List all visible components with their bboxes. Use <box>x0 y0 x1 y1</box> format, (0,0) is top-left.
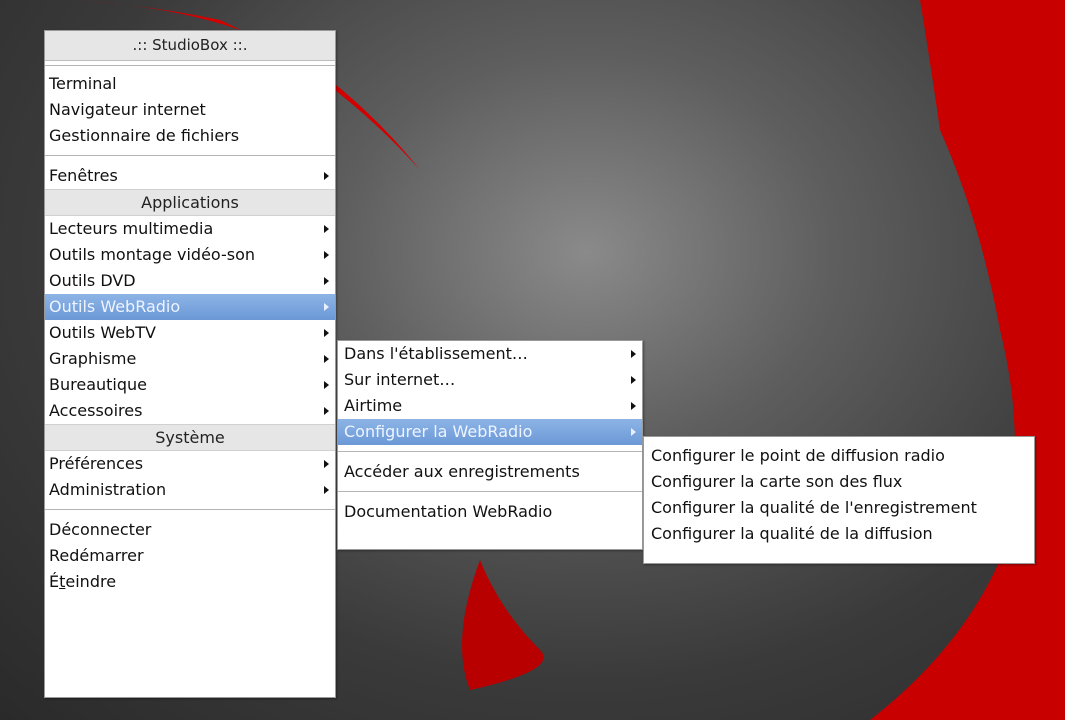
separator <box>45 503 335 517</box>
main-menu: .:: StudioBox ::. Terminal Navigateur in… <box>44 30 336 698</box>
menu-item-label: Lecteurs multimedia <box>49 219 214 238</box>
menu-item-webtv-tools[interactable]: Outils WebTV <box>45 320 335 346</box>
menu-item-label: Configurer la WebRadio <box>344 422 533 441</box>
menu-item-label: Préférences <box>49 454 144 473</box>
section-header-system: Système <box>45 424 335 451</box>
menu-item-windows[interactable]: Fenêtres <box>45 163 335 189</box>
submenu-item-access-recordings[interactable]: Accéder aux enregistrements <box>338 459 642 485</box>
menu-item-label: Airtime <box>344 396 403 415</box>
submenu-arrow-icon <box>631 402 636 410</box>
shutdown-label-rest: eindre <box>65 572 117 591</box>
submenu-arrow-icon <box>631 376 636 384</box>
submenu-arrow-icon <box>324 407 329 415</box>
section-header-applications: Applications <box>45 189 335 216</box>
submenu-arrow-icon <box>324 172 329 180</box>
submenu-arrow-icon <box>631 428 636 436</box>
menu-item-multimedia-players[interactable]: Lecteurs multimedia <box>45 216 335 242</box>
menu-item-label: Administration <box>49 480 167 499</box>
main-menu-title: .:: StudioBox ::. <box>45 31 335 61</box>
menu-item-file-manager[interactable]: Gestionnaire de fichiers <box>45 123 335 149</box>
menu-item-label: Dans l'établissement… <box>344 344 528 363</box>
menu-item-terminal[interactable]: Terminal <box>45 71 335 97</box>
submenu-arrow-icon <box>324 355 329 363</box>
menu-item-logout[interactable]: Déconnecter <box>45 517 335 543</box>
submenu-item-configure-webradio[interactable]: Configurer la WebRadio <box>338 419 642 445</box>
menu-item-label: Outils WebRadio <box>49 297 181 316</box>
menu-item-webradio-tools[interactable]: Outils WebRadio <box>45 294 335 320</box>
submenu-arrow-icon <box>324 486 329 494</box>
menu-item-administration[interactable]: Administration <box>45 477 335 503</box>
menu-item-dvd-tools[interactable]: Outils DVD <box>45 268 335 294</box>
separator <box>338 445 642 459</box>
menu-item-reboot[interactable]: Redémarrer <box>45 543 335 569</box>
menu-item-label: Outils montage vidéo-son <box>49 245 256 264</box>
separator <box>45 149 335 163</box>
config-item-broadcast-quality[interactable]: Configurer la qualité de la diffusion <box>644 521 1034 547</box>
config-item-broadcast-point[interactable]: Configurer le point de diffusion radio <box>644 443 1034 469</box>
config-item-recording-quality[interactable]: Configurer la qualité de l'enregistremen… <box>644 495 1034 521</box>
config-item-stream-soundcard[interactable]: Configurer la carte son des flux <box>644 469 1034 495</box>
submenu-arrow-icon <box>324 381 329 389</box>
menu-item-shutdown[interactable]: Éteindre <box>45 569 335 595</box>
configure-webradio-submenu: Configurer le point de diffusion radio C… <box>643 436 1035 564</box>
submenu-arrow-icon <box>324 303 329 311</box>
menu-item-label: Fenêtres <box>49 166 118 185</box>
menu-item-label: Graphisme <box>49 349 137 368</box>
separator <box>45 61 335 71</box>
menu-item-browser[interactable]: Navigateur internet <box>45 97 335 123</box>
menu-item-video-audio-editing[interactable]: Outils montage vidéo-son <box>45 242 335 268</box>
submenu-arrow-icon <box>324 460 329 468</box>
separator <box>338 485 642 499</box>
submenu-arrow-icon <box>324 329 329 337</box>
menu-item-label: Accessoires <box>49 401 143 420</box>
webradio-submenu: Dans l'établissement… Sur internet… Airt… <box>337 340 643 550</box>
menu-item-accessories[interactable]: Accessoires <box>45 398 335 424</box>
menu-item-label: Bureautique <box>49 375 147 394</box>
submenu-item-webradio-docs[interactable]: Documentation WebRadio <box>338 499 642 525</box>
shutdown-label-start: É <box>49 572 60 591</box>
menu-item-label: Outils WebTV <box>49 323 156 342</box>
menu-item-graphics[interactable]: Graphisme <box>45 346 335 372</box>
submenu-arrow-icon <box>631 350 636 358</box>
menu-item-label: Sur internet… <box>344 370 456 389</box>
submenu-arrow-icon <box>324 251 329 259</box>
submenu-arrow-icon <box>324 277 329 285</box>
menu-item-label: Outils DVD <box>49 271 136 290</box>
submenu-item-airtime[interactable]: Airtime <box>338 393 642 419</box>
menu-item-preferences[interactable]: Préférences <box>45 451 335 477</box>
submenu-item-on-internet[interactable]: Sur internet… <box>338 367 642 393</box>
submenu-item-in-school[interactable]: Dans l'établissement… <box>338 341 642 367</box>
submenu-arrow-icon <box>324 225 329 233</box>
menu-item-office[interactable]: Bureautique <box>45 372 335 398</box>
